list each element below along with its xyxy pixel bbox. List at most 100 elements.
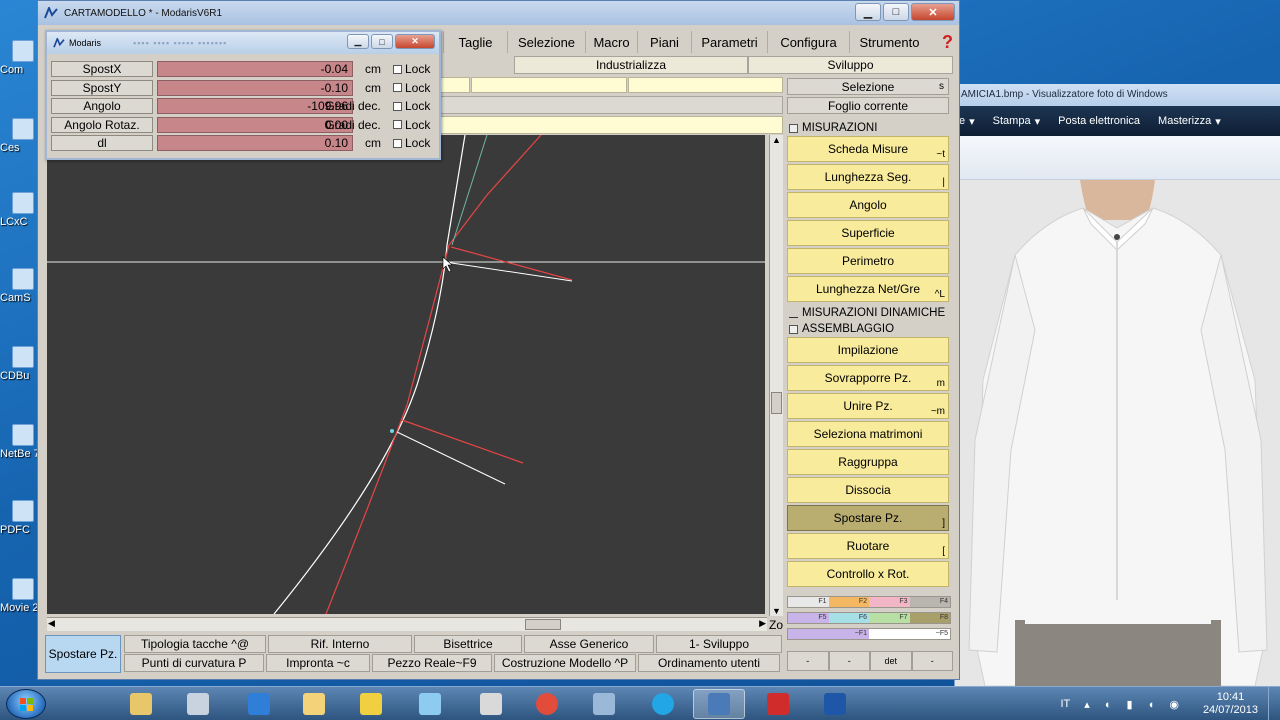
menu-selezione[interactable]: Selezione (507, 31, 585, 53)
color-cell[interactable]: F2 (828, 597, 869, 607)
menu-configura[interactable]: Configura (767, 31, 849, 53)
color-cell[interactable]: F1 (788, 597, 829, 607)
function-button[interactable]: Lunghezza Seg. | (787, 164, 949, 190)
menu-macro[interactable]: Macro (585, 31, 637, 53)
toolbar-button[interactable]: 1- Sviluppo (656, 635, 782, 653)
vertical-scrollbar[interactable]: ▲ ▼ (769, 135, 783, 616)
panel-small-button[interactable]: - (787, 651, 829, 671)
minimize-button[interactable]: ▁ (855, 3, 881, 21)
language-indicator[interactable]: IT (1060, 698, 1070, 710)
color-cell[interactable]: ~F1 (788, 629, 869, 639)
color-cell[interactable]: F6 (828, 613, 869, 623)
scroll-thumb[interactable] (525, 619, 561, 630)
toolbar-button[interactable]: Costruzione Modello ^P (494, 654, 636, 672)
function-button[interactable]: Raggruppa (787, 449, 949, 475)
panel-small-button[interactable]: - (911, 651, 953, 671)
toolbar-button[interactable]: Impronta ~c (266, 654, 370, 672)
menu-piani[interactable]: Piani (637, 31, 691, 53)
function-button[interactable]: Perimetro (787, 248, 949, 274)
function-button[interactable]: Scheda Misure ~t (787, 136, 949, 162)
section-misurazioni[interactable]: MISURAZIONI (787, 120, 953, 136)
function-button[interactable]: Unire Pz. ~m (787, 393, 949, 419)
function-button[interactable]: Sovrapporre Pz. m (787, 365, 949, 391)
scroll-left-icon[interactable]: ◀ (48, 618, 55, 629)
taskbar-modaris-button[interactable] (693, 689, 745, 719)
section-assemblaggio[interactable]: ASSEMBLAGGIO (787, 321, 953, 337)
tray-icons[interactable]: ▴ ◐ ▮ ◖ ◉ (1084, 698, 1185, 711)
function-button[interactable]: Seleziona matrimoni (787, 421, 949, 447)
section-misurazioni-dinamiche[interactable]: MISURAZIONI DINAMICHE (787, 305, 953, 321)
help-icon[interactable]: ? (942, 32, 953, 53)
toolbar-button[interactable]: Pezzo Reale~F9 (372, 654, 492, 672)
lock-checkbox[interactable]: Lock (393, 135, 430, 151)
toolbar-button[interactable]: Bisettrice (414, 635, 522, 653)
taskbar-acrobat-button[interactable] (752, 689, 804, 719)
taskbar-app-button[interactable] (809, 689, 861, 719)
parameter-label[interactable]: SpostX (51, 61, 153, 77)
color-cell[interactable]: F4 (909, 597, 950, 607)
parameter-label[interactable]: Angolo Rotaz. (51, 116, 153, 133)
desktop-icon[interactable]: LCxC (0, 192, 40, 228)
taskbar-chrome-button[interactable] (521, 689, 573, 719)
desktop-icon[interactable]: NetBe 7. (0, 424, 40, 460)
toolbar-button[interactable]: Ordinamento utenti (638, 654, 780, 672)
taskbar-outlook-button[interactable] (288, 689, 340, 719)
viewer-menu-file[interactable]: e ▾ (959, 115, 975, 128)
zoom-label[interactable]: Zo (769, 618, 783, 632)
color-cell[interactable]: ~F5 (869, 629, 950, 639)
taskbar-skype-button[interactable] (637, 689, 689, 719)
function-button[interactable]: Ruotare [ (787, 533, 949, 559)
horizontal-scrollbar[interactable]: ◀ ▶ (47, 617, 767, 631)
panel-small-button[interactable]: - (828, 651, 870, 671)
taskbar-calculator-button[interactable] (172, 689, 224, 719)
selezione-header[interactable]: Selezione s (787, 78, 949, 95)
lock-checkbox[interactable]: Lock (393, 117, 430, 133)
show-desktop-button[interactable] (1268, 687, 1280, 720)
modaris-move-dialog[interactable]: Modaris ▪▪▪▪ ▪▪▪▪ ▪▪▪▪▪ ▪▪▪▪▪▪▪ ▁ □ ✕ Sp… (45, 30, 441, 160)
photo-viewer-window[interactable]: AMICIA1.bmp - Visualizzatore foto di Win… (954, 84, 1280, 686)
pattern-canvas[interactable] (47, 135, 765, 614)
parameter-value-field[interactable]: -0.04 (157, 61, 353, 77)
tab-industrializza[interactable]: Industrializza (514, 56, 748, 74)
parameter-label[interactable]: SpostY (51, 79, 153, 96)
function-button[interactable]: Lunghezza Net/Gre ^L (787, 276, 949, 302)
tab-sviluppo[interactable]: Sviluppo (748, 56, 953, 74)
foglio-corrente[interactable]: Foglio corrente (787, 97, 949, 114)
desktop-icon[interactable]: Movie 2 (0, 578, 40, 614)
close-button[interactable]: ✕ (911, 3, 955, 21)
taskbar-glasses-button[interactable] (345, 689, 397, 719)
parameter-label[interactable]: Angolo (51, 98, 153, 114)
menu-parametri[interactable]: Parametri (691, 31, 767, 53)
color-cell[interactable]: F8 (909, 613, 950, 623)
toolbar-button[interactable]: Rif. Interno (268, 635, 412, 653)
menu-taglie[interactable]: Taglie (443, 31, 507, 53)
desktop-icon[interactable]: Ces (0, 118, 40, 154)
desktop-icon[interactable]: CamS (0, 268, 40, 304)
scroll-thumb[interactable] (771, 392, 782, 414)
parameter-value-field[interactable]: 0.10 (157, 135, 353, 151)
toolbar-button[interactable]: Punti di curvatura P (124, 654, 264, 672)
scroll-up-icon[interactable]: ▲ (772, 135, 781, 145)
viewer-menu-burn[interactable]: Masterizza ▾ (1158, 115, 1221, 128)
lock-checkbox[interactable]: Lock (393, 61, 430, 77)
desktop-icon[interactable]: CDBu (0, 346, 40, 382)
parameter-label[interactable]: dl (51, 135, 153, 151)
taskbar-teamviewer-button[interactable] (233, 689, 285, 719)
color-cell[interactable]: F5 (788, 613, 829, 623)
function-button[interactable]: Controllo x Rot. (787, 561, 949, 587)
taskbar-explorer-button[interactable] (115, 689, 167, 719)
parameter-value-field[interactable]: -0.10 (157, 79, 353, 96)
color-cell[interactable]: F3 (869, 597, 910, 607)
taskbar-window-button[interactable] (578, 689, 630, 719)
start-button[interactable] (6, 689, 46, 719)
maximize-button[interactable]: □ (371, 34, 393, 49)
close-button[interactable]: ✕ (395, 34, 435, 49)
viewer-menu-print[interactable]: Stampa ▾ (993, 115, 1040, 128)
toolbar-button[interactable]: Tipologia tacche ^@ (124, 635, 266, 653)
function-button[interactable]: Angolo (787, 192, 949, 218)
clock[interactable]: 10:41 24/07/2013 (1193, 691, 1268, 717)
panel-small-button[interactable]: det (870, 651, 912, 671)
menu-strumento[interactable]: Strumento (849, 31, 929, 53)
scroll-right-icon[interactable]: ▶ (759, 618, 766, 629)
lock-checkbox[interactable]: Lock (393, 80, 430, 96)
